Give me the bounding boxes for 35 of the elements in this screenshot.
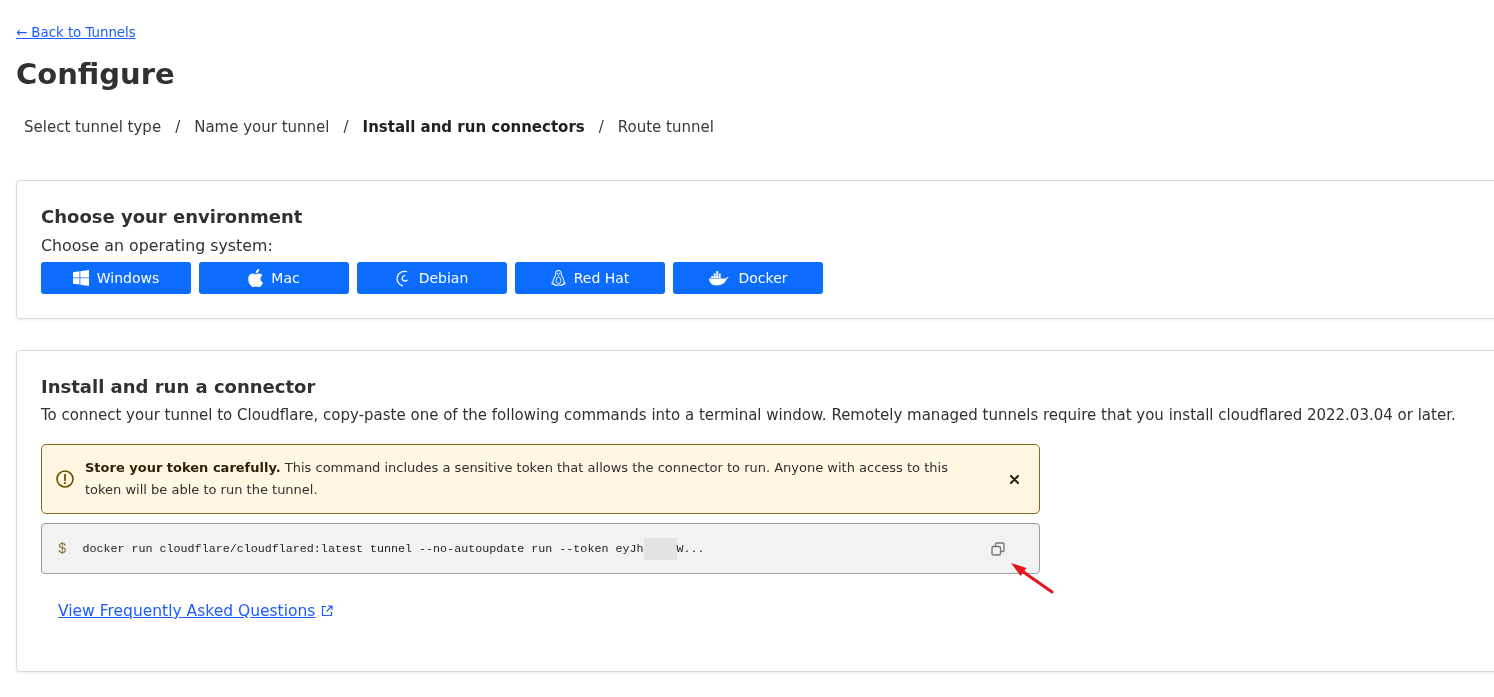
annotation-arrow bbox=[1008, 560, 1055, 594]
external-link-icon bbox=[321, 605, 334, 617]
os-prompt: Choose an operating system: bbox=[41, 235, 274, 257]
os-button[interactable]: Debian bbox=[357, 262, 507, 294]
card-description: To connect your tunnel to Cloudflare, copy-paste one of the following commands into a terminal window. Remotely managed tunnels require that you install cloudflared 2022.03.04 or later. bbox=[41, 405, 1457, 426]
apple-logo-icon bbox=[248, 269, 264, 287]
warning-text: Store your token carefully. This command includes a sensitive token that allows the connector to run. Anyone with access to this token will be able to run the tunnel. bbox=[85, 459, 949, 499]
card-title: Choose your environment bbox=[41, 205, 304, 229]
command-text: docker run cloudflare/cloudflared:latest tunnel --no-autoupdate run --token eyJh bbox=[82, 541, 644, 556]
whale-logo-icon bbox=[708, 270, 731, 286]
prompt-symbol: $ bbox=[58, 540, 67, 557]
wizard-step: Select tunnel type bbox=[24, 115, 162, 139]
page-title: Configure bbox=[16, 56, 176, 93]
copy-button[interactable] bbox=[991, 541, 1005, 556]
warning-icon bbox=[56, 470, 74, 488]
copy-icon bbox=[991, 541, 1005, 556]
close-icon bbox=[1010, 474, 1019, 484]
windows-logo-icon bbox=[72, 270, 89, 286]
wizard-step: Name your tunnel bbox=[194, 115, 330, 139]
back-link[interactable]: ← Back to Tunnels bbox=[16, 24, 136, 42]
os-button[interactable]: Docker bbox=[673, 262, 823, 294]
os-button[interactable]: Red Hat bbox=[515, 262, 665, 294]
step-separator: / bbox=[175, 117, 181, 138]
swirl-logo-icon bbox=[395, 269, 411, 287]
step-separator: / bbox=[343, 117, 349, 138]
card-title: Install and run a connector bbox=[41, 375, 317, 399]
command-text: W... bbox=[676, 541, 705, 556]
penguin-logo-icon bbox=[550, 269, 566, 287]
os-button[interactable]: Windows bbox=[41, 262, 191, 294]
close-button[interactable] bbox=[1008, 472, 1021, 486]
os-button[interactable]: Mac bbox=[199, 262, 349, 294]
wizard-step: Install and run connectors bbox=[362, 115, 585, 139]
wizard-step: Route tunnel bbox=[617, 115, 714, 139]
step-separator: / bbox=[598, 117, 604, 138]
faq-link[interactable]: View Frequently Asked Questions bbox=[58, 599, 334, 623]
